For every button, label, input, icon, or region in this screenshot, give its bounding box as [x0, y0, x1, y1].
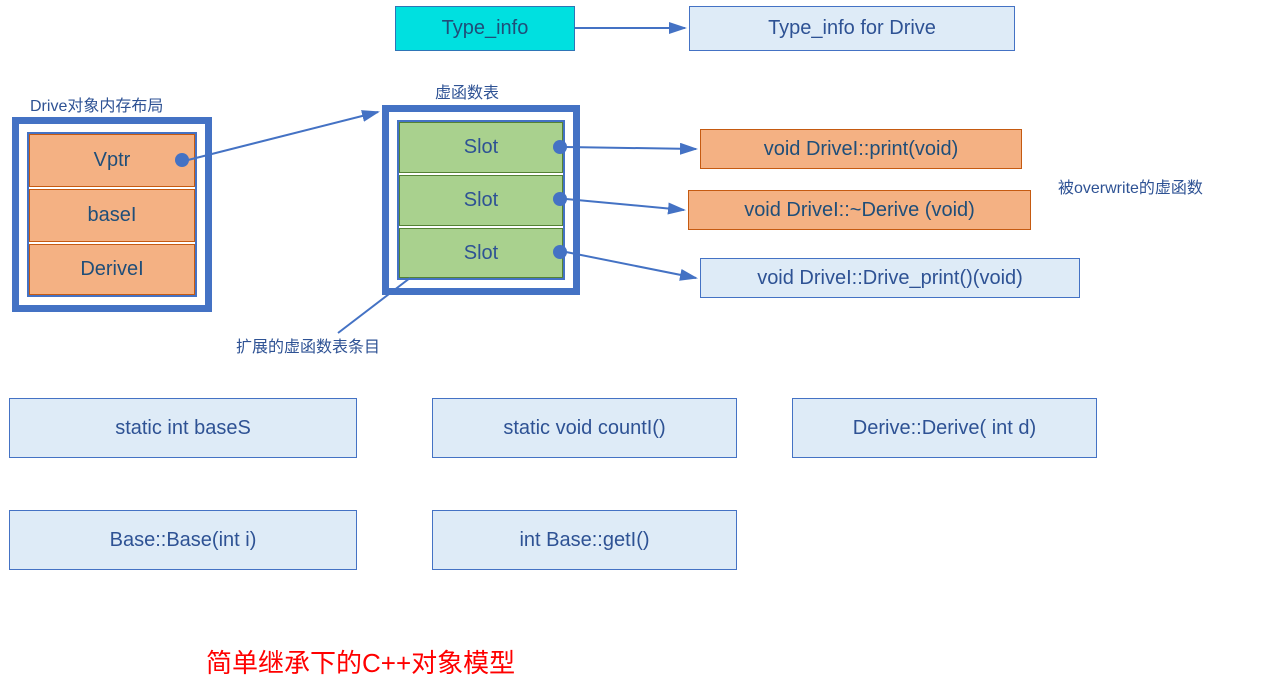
diagram-title: 简单继承下的C++对象模型	[206, 643, 515, 680]
bottom-4-label: int Base::getI()	[519, 529, 649, 552]
mem-row-1: baseI	[29, 189, 195, 242]
expand-note: 扩展的虚函数表条目	[236, 333, 380, 357]
bottom-3-label: Base::Base(int i)	[110, 529, 257, 552]
fn-2-box: void DriveI::Drive_print()(void)	[700, 258, 1080, 298]
typeinfo-target-box: Type_info for Drive	[689, 6, 1015, 51]
slot-0-label: Slot	[464, 136, 498, 159]
typeinfo-label: Type_info	[442, 17, 529, 40]
slot-2: Slot	[399, 228, 563, 278]
mem-row-0: Vptr	[29, 134, 195, 187]
slot-1-label: Slot	[464, 189, 498, 212]
slot2-dot	[553, 245, 567, 259]
memory-layout-title: Drive对象内存布局	[30, 92, 163, 116]
mem-row-1-label: baseI	[88, 204, 137, 227]
bottom-2-label: Derive::Derive( int d)	[853, 417, 1036, 440]
slot1-dot	[553, 192, 567, 206]
typeinfo-target-label: Type_info for Drive	[768, 17, 936, 40]
mem-row-2-label: DeriveI	[80, 258, 143, 281]
fn-0-box: void DriveI::print(void)	[700, 129, 1022, 169]
bottom-3: Base::Base(int i)	[9, 510, 357, 570]
fn-1-label: void DriveI::~Derive (void)	[744, 199, 975, 222]
slot-1: Slot	[399, 175, 563, 226]
fn-1-box: void DriveI::~Derive (void)	[688, 190, 1031, 230]
vptr-dot	[175, 153, 189, 167]
mem-row-0-label: Vptr	[94, 149, 131, 172]
slot-0: Slot	[399, 122, 563, 173]
arrows-layer	[0, 0, 1279, 697]
bottom-0-label: static int baseS	[115, 417, 251, 440]
bottom-0: static int baseS	[9, 398, 357, 458]
fn-2-label: void DriveI::Drive_print()(void)	[757, 267, 1023, 290]
bottom-4: int Base::getI()	[432, 510, 737, 570]
overwrite-note: 被overwrite的虚函数	[1058, 174, 1203, 198]
vtable-title: 虚函数表	[435, 79, 499, 103]
bottom-1: static void countI()	[432, 398, 737, 458]
slot0-dot	[553, 140, 567, 154]
slot-2-label: Slot	[464, 242, 498, 265]
fn-0-label: void DriveI::print(void)	[764, 138, 959, 161]
typeinfo-box: Type_info	[395, 6, 575, 51]
bottom-2: Derive::Derive( int d)	[792, 398, 1097, 458]
bottom-1-label: static void countI()	[503, 417, 665, 440]
mem-row-2: DeriveI	[29, 244, 195, 295]
